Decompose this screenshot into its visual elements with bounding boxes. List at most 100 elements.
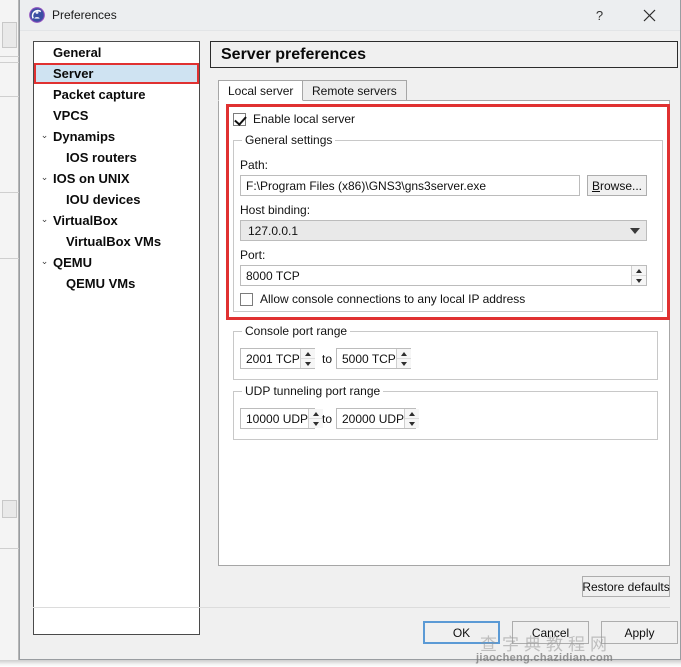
host-binding-value: 127.0.0.1 xyxy=(248,223,299,238)
sidebar-item-vpcs[interactable]: VPCS xyxy=(34,105,199,126)
title-bar: Preferences ? xyxy=(20,0,680,31)
background-divider xyxy=(0,56,19,57)
triangle-up-icon xyxy=(409,411,416,416)
general-settings-title: General settings xyxy=(242,133,336,147)
port-spin-buttons[interactable] xyxy=(631,266,646,285)
udp-port-from-spin-down[interactable] xyxy=(309,419,323,428)
sidebar-item-label: IOU devices xyxy=(66,192,141,207)
port-label: Port: xyxy=(240,248,266,262)
console-port-to-value: 5000 TCP xyxy=(342,351,396,366)
background-window-strip xyxy=(0,0,19,667)
sidebar-item-qemu[interactable]: ⌄ QEMU xyxy=(34,252,199,273)
background-panel-item xyxy=(2,500,17,518)
close-icon[interactable] xyxy=(627,0,672,31)
console-port-to-label: to xyxy=(322,352,333,366)
path-input[interactable]: F:\Program Files (x86)\GNS3\gns3server.e… xyxy=(240,175,580,196)
udp-port-to-spin-buttons[interactable] xyxy=(404,409,420,428)
udp-port-to-spin-up[interactable] xyxy=(405,409,420,419)
console-port-to-spin-down[interactable] xyxy=(397,359,411,368)
gns3-app-icon xyxy=(29,7,45,23)
port-spin-up[interactable] xyxy=(632,266,646,276)
preferences-category-tree[interactable]: General Server Packet capture VPCS ⌄ Dynamips… xyxy=(33,41,200,635)
udp-port-from-spin-up[interactable] xyxy=(309,409,324,419)
sidebar-item-ios-routers[interactable]: IOS routers xyxy=(34,147,199,168)
window-title: Preferences xyxy=(52,8,117,22)
console-port-from-stepper[interactable]: 2001 TCP xyxy=(240,348,315,369)
path-label: Path: xyxy=(240,158,269,172)
sidebar-item-iou-devices[interactable]: IOU devices xyxy=(34,189,199,210)
allow-console-label: Allow console connections to any local I… xyxy=(260,292,526,306)
sidebar-item-label: General xyxy=(53,45,102,60)
console-port-to-spin-buttons[interactable] xyxy=(395,349,411,368)
background-toolbar-item xyxy=(2,22,17,48)
sidebar-item-dynamips[interactable]: ⌄ Dynamips xyxy=(34,126,199,147)
enable-local-server-row[interactable]: Enable local server xyxy=(233,112,355,126)
console-port-from-spin-down[interactable] xyxy=(301,359,315,368)
background-divider xyxy=(0,192,19,193)
udp-port-to-spin-down[interactable] xyxy=(405,419,419,428)
help-button[interactable]: ? xyxy=(577,0,622,31)
sidebar-item-general[interactable]: General xyxy=(34,42,199,63)
sidebar-item-label: QEMU VMs xyxy=(66,276,136,291)
tab-remote-servers[interactable]: Remote servers xyxy=(302,80,407,101)
window-bottom-shadow xyxy=(0,660,681,667)
port-stepper[interactable]: 8000 TCP xyxy=(240,265,647,286)
port-spin-down[interactable] xyxy=(632,276,646,285)
console-port-range-title: Console port range xyxy=(242,324,351,338)
cancel-button[interactable]: Cancel xyxy=(512,621,589,644)
triangle-down-icon xyxy=(409,421,416,426)
bottom-separator xyxy=(33,607,670,608)
console-port-from-spin-buttons[interactable] xyxy=(299,349,315,368)
sidebar-item-virtualbox[interactable]: ⌄ VirtualBox xyxy=(34,210,199,231)
port-value: 8000 TCP xyxy=(246,268,300,283)
sidebar-item-qemu-vms[interactable]: QEMU VMs xyxy=(34,273,199,294)
sidebar-item-server[interactable]: Server xyxy=(34,63,199,84)
enable-local-server-checkbox[interactable] xyxy=(233,112,246,126)
triangle-up-icon xyxy=(313,411,320,416)
sidebar-item-label: Dynamips xyxy=(53,129,116,144)
triangle-up-icon xyxy=(400,351,407,356)
ok-button[interactable]: OK xyxy=(423,621,500,644)
triangle-up-icon xyxy=(636,268,642,273)
console-port-to-stepper[interactable]: 5000 TCP xyxy=(336,348,411,369)
triangle-down-icon xyxy=(400,361,407,366)
udp-tunneling-port-range-title: UDP tunneling port range xyxy=(242,384,384,398)
chevron-down-icon xyxy=(630,227,640,234)
triangle-down-icon xyxy=(304,361,311,366)
chevron-down-icon[interactable]: ⌄ xyxy=(39,214,50,225)
preferences-dialog: Preferences ? General Server Packet captur… xyxy=(19,0,681,660)
restore-defaults-button[interactable]: Restore defaults xyxy=(582,576,670,597)
udp-port-to-label: to xyxy=(322,412,333,426)
tab-local-server[interactable]: Local server xyxy=(218,80,304,101)
chevron-down-icon[interactable]: ⌄ xyxy=(39,130,50,141)
allow-console-checkbox[interactable] xyxy=(240,292,253,306)
udp-port-from-stepper[interactable]: 10000 UDP xyxy=(240,408,324,429)
sidebar-item-packet-capture[interactable]: Packet capture xyxy=(34,84,199,105)
sidebar-item-virtualbox-vms[interactable]: VirtualBox VMs xyxy=(34,231,199,252)
background-divider xyxy=(0,62,19,63)
triangle-down-icon xyxy=(636,278,642,283)
page-title: Server preferences xyxy=(210,41,678,68)
sidebar-item-label: QEMU xyxy=(53,255,92,270)
host-binding-label: Host binding: xyxy=(240,203,311,217)
udp-port-from-spin-buttons[interactable] xyxy=(308,409,324,428)
host-binding-select[interactable]: 127.0.0.1 xyxy=(240,220,647,241)
browse-button[interactable]: Browse... xyxy=(587,175,647,196)
sidebar-item-label: IOS on UNIX xyxy=(53,171,130,186)
console-port-from-spin-up[interactable] xyxy=(300,349,315,359)
console-port-to-spin-up[interactable] xyxy=(396,349,411,359)
enable-local-server-label: Enable local server xyxy=(253,112,356,126)
browse-label-rest: rowse... xyxy=(600,178,643,193)
triangle-down-icon xyxy=(313,421,320,426)
allow-console-row[interactable]: Allow console connections to any local I… xyxy=(240,292,525,306)
chevron-down-icon[interactable]: ⌄ xyxy=(39,172,50,183)
sidebar-item-label: Server xyxy=(53,66,94,81)
chevron-down-icon[interactable]: ⌄ xyxy=(39,256,50,267)
apply-button[interactable]: Apply xyxy=(601,621,678,644)
udp-port-to-stepper[interactable]: 20000 UDP xyxy=(336,408,420,429)
sidebar-item-ios-on-unix[interactable]: ⌄ IOS on UNIX xyxy=(34,168,199,189)
sidebar-item-label: VirtualBox xyxy=(53,213,118,228)
tab-bar: Local server Remote servers xyxy=(218,80,670,101)
background-divider xyxy=(0,258,19,259)
udp-port-from-value: 10000 UDP xyxy=(246,411,309,426)
